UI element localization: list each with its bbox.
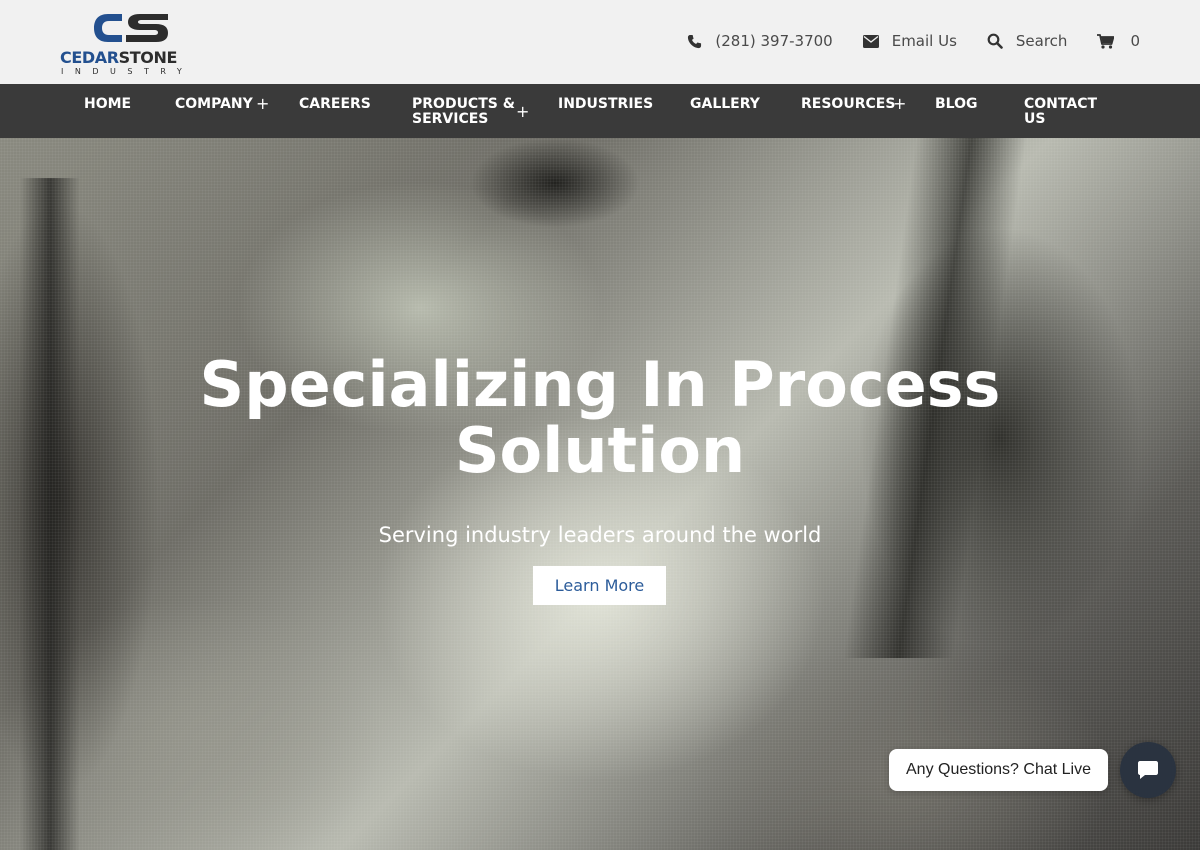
- main-nav: HOME COMPANY + CAREERS PRODUCTS & SERVIC…: [0, 84, 1200, 138]
- nav-item-contact-line1: CONTACT: [1024, 96, 1098, 112]
- cedarstone-logo[interactable]: CEDARSTONE INDUSTRY: [60, 12, 206, 76]
- cart-link[interactable]: 0: [1097, 32, 1140, 50]
- hero-subtitle: Serving industry leaders around the worl…: [378, 523, 822, 547]
- logo-wordmark: CEDARSTONE: [60, 48, 178, 67]
- hero-banner: Specializing In Process Solution Serving…: [0, 138, 1200, 850]
- chat-launcher-button[interactable]: [1120, 742, 1176, 798]
- phone-link[interactable]: (281) 397-3700: [687, 32, 833, 50]
- nav-item-industries[interactable]: INDUSTRIES: [558, 97, 653, 112]
- resources-plus-icon[interactable]: +: [893, 94, 906, 113]
- email-link[interactable]: Email Us: [862, 32, 957, 50]
- nav-item-home[interactable]: HOME: [84, 97, 131, 112]
- site-header: CEDARSTONE INDUSTRY (281) 397-3700 Email…: [0, 0, 1200, 84]
- learn-more-button[interactable]: Learn More: [533, 566, 666, 605]
- chat-prompt-bubble[interactable]: Any Questions? Chat Live: [889, 749, 1108, 791]
- search-label: Search: [1015, 32, 1068, 50]
- nav-item-products-services[interactable]: PRODUCTS & SERVICES: [412, 97, 515, 127]
- cart-count: 0: [1130, 32, 1140, 50]
- nav-item-blog[interactable]: BLOG: [935, 97, 978, 112]
- hero-bg-shape: [20, 178, 80, 850]
- nav-item-company[interactable]: COMPANY: [175, 97, 253, 112]
- nav-item-gallery[interactable]: GALLERY: [690, 97, 760, 112]
- products-plus-icon[interactable]: +: [516, 102, 529, 121]
- logo-tagline: INDUSTRY: [61, 67, 194, 76]
- nav-item-products-line1: PRODUCTS &: [412, 96, 515, 112]
- hero-title-line1: Specializing In Process: [199, 348, 1001, 421]
- chat-icon: [1138, 761, 1158, 779]
- phone-icon: [688, 34, 702, 48]
- hero-title-line2: Solution: [454, 414, 746, 487]
- search-link[interactable]: Search: [987, 32, 1068, 50]
- nav-item-contact-line2: US: [1024, 111, 1046, 127]
- hero-bg-shape: [470, 138, 640, 228]
- nav-item-products-line2: SERVICES: [412, 111, 489, 127]
- nav-item-contact-us[interactable]: CONTACT US: [1024, 97, 1097, 127]
- top-links: (281) 397-3700 Email Us Search 0: [657, 29, 1140, 53]
- cs-logo-mark: [94, 14, 168, 42]
- email-label: Email Us: [891, 32, 957, 50]
- hero-title: Specializing In Process Solution: [0, 352, 1200, 484]
- search-icon: [987, 33, 1003, 49]
- nav-item-resources[interactable]: RESOURCES: [801, 97, 895, 112]
- envelope-icon: [862, 34, 879, 48]
- cart-icon: [1097, 33, 1115, 49]
- nav-item-careers[interactable]: CAREERS: [299, 97, 371, 112]
- phone-number: (281) 397-3700: [715, 32, 833, 50]
- company-plus-icon[interactable]: +: [256, 94, 269, 113]
